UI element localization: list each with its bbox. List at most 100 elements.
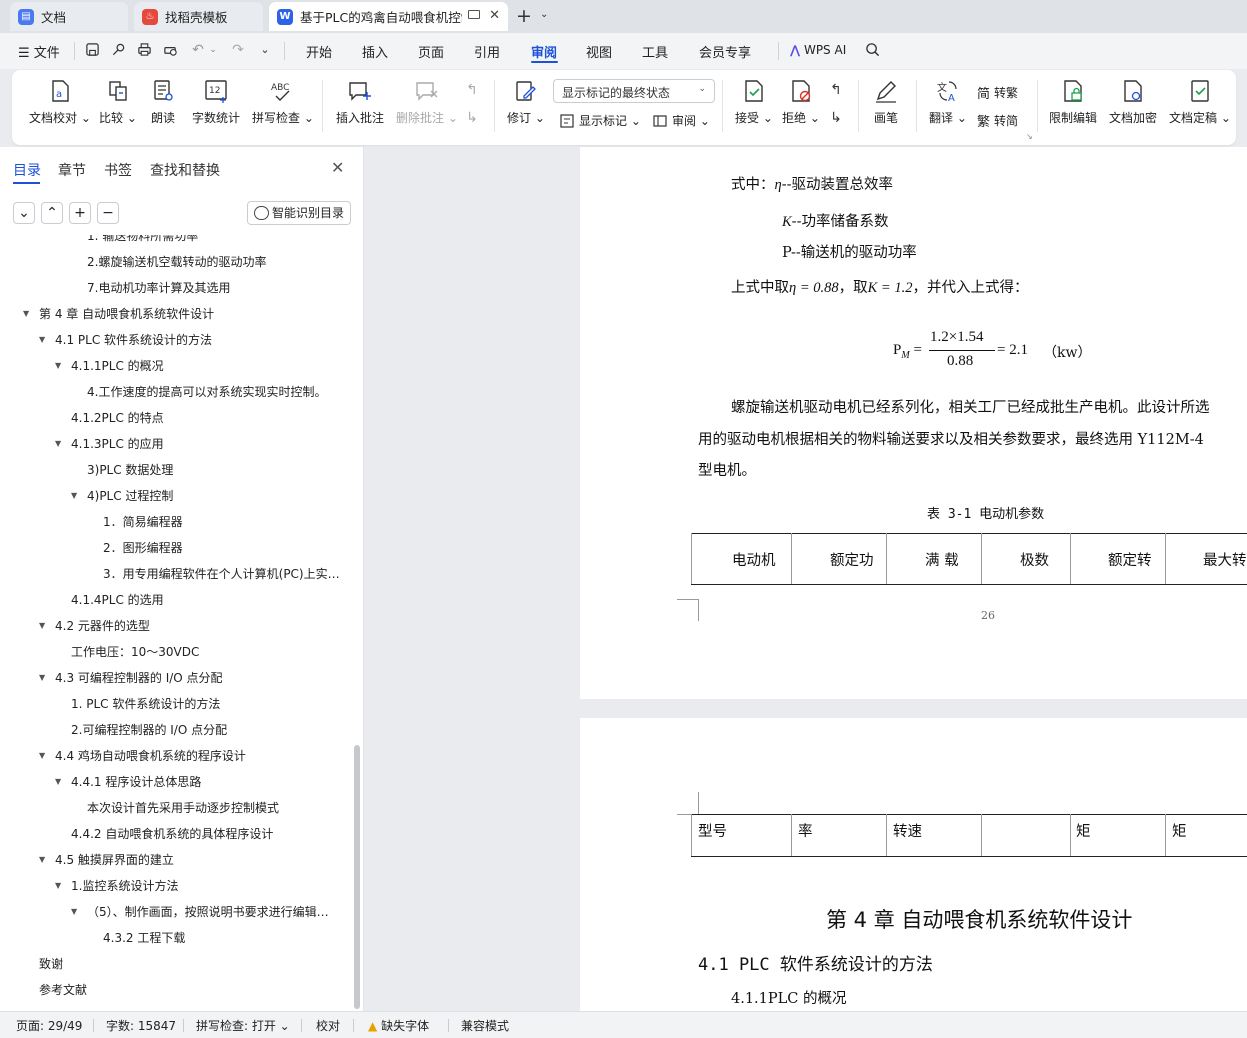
reject-button[interactable]: 拒绝 ⌄ xyxy=(782,78,820,126)
toc-item[interactable]: 2.螺旋输送机空载转动的驱动功率 xyxy=(87,252,266,272)
markup-view-select[interactable]: 显示标记的最终状态 ⌄ xyxy=(553,79,715,103)
toc-item[interactable]: 4.4.1 程序设计总体思路 xyxy=(71,772,201,792)
translate-button[interactable]: 文A 翻译 ⌄ xyxy=(929,78,967,126)
file-menu[interactable]: ☰ 文件 xyxy=(18,42,60,61)
show-markup-button[interactable]: 显示标记 ⌄ xyxy=(559,112,641,129)
tab-docs[interactable]: ▤ 文档 xyxy=(10,2,128,31)
revise-button[interactable]: 修订 ⌄ xyxy=(507,78,545,126)
nav-tab-find-replace[interactable]: 查找和替换 xyxy=(150,160,220,180)
expand-level-button[interactable]: + xyxy=(69,202,91,224)
to-traditional-button[interactable]: 简 转繁 xyxy=(977,83,1018,102)
compare-button[interactable]: 比较 ⌄ xyxy=(99,78,137,126)
next-comment-icon[interactable]: ↳ xyxy=(464,110,480,126)
toc-item[interactable]: 1．简易编程器 xyxy=(103,512,183,532)
toc-item[interactable]: 3．用专用编程软件在个人计算机(PC)上实… xyxy=(103,564,340,584)
toc-expand-arrow-icon[interactable]: ▼ xyxy=(71,902,77,922)
toc-item[interactable]: 1.监控系统设计方法 xyxy=(71,876,178,896)
toc-item[interactable]: 致谢 xyxy=(39,954,63,974)
more-chevron-icon[interactable]: ⌄ xyxy=(257,42,273,58)
encrypt-button[interactable]: 文档加密 xyxy=(1109,78,1157,126)
toc-expand-arrow-icon[interactable]: ▼ xyxy=(55,772,61,792)
toc-item[interactable]: 4.4 鸡场自动喂食机系统的程序设计 xyxy=(55,746,246,766)
collapse-up-button[interactable]: ⌃ xyxy=(41,202,63,224)
document-canvas[interactable]: 式中：η--驱动装置总效率 K--功率储备系数 P--输送机的驱动功率 上式中取… xyxy=(365,147,1247,1011)
toc-item[interactable]: 4.4.2 自动喂食机系统的具体程序设计 xyxy=(71,824,273,844)
accept-button[interactable]: 接受 ⌄ xyxy=(735,78,773,126)
export-icon[interactable] xyxy=(110,42,126,58)
ribbon-expand-icon[interactable]: ↘ xyxy=(1026,132,1033,141)
close-tab-icon[interactable]: ✕ xyxy=(489,8,500,23)
menu-review[interactable]: 审阅 xyxy=(531,42,557,61)
toc-item[interactable]: 4.5 触摸屏界面的建立 xyxy=(55,850,174,870)
menu-member[interactable]: 会员专享 xyxy=(699,42,751,61)
undo-icon[interactable]: ↶ xyxy=(190,42,206,58)
toc-item[interactable]: 1. 输送物料所需功率 xyxy=(87,235,198,246)
toc-item[interactable]: 4.1.1PLC 的概况 xyxy=(71,356,164,376)
page-indicator[interactable]: 页面: 29/49 xyxy=(16,1017,82,1034)
review-pane-button[interactable]: 审阅 ⌄ xyxy=(652,112,710,129)
nav-tab-toc[interactable]: 目录 xyxy=(13,160,41,180)
prev-change-icon[interactable]: ↰ xyxy=(828,82,844,98)
wps-ai-button[interactable]: ⋀ WPS AI xyxy=(790,43,846,57)
document-page[interactable]: 型号 率 转速 矩 矩 第 4 章 自动喂食机系统软件设计 4.1 PLC 软件… xyxy=(580,718,1247,1011)
word-count-indicator[interactable]: 字数: 15847 xyxy=(106,1017,176,1034)
toc-item[interactable]: 本次设计首先采用手动逐步控制模式 xyxy=(87,798,279,818)
menu-insert[interactable]: 插入 xyxy=(362,42,388,61)
toc-item[interactable]: 工作电压：10～30VDC xyxy=(71,642,199,662)
toc-item[interactable]: 4.工作速度的提高可以对系统实现实时控制。 xyxy=(87,382,326,402)
close-pane-icon[interactable]: ✕ xyxy=(331,158,344,177)
toc-item[interactable]: 2.可编程控制器的 I/O 点分配 xyxy=(71,720,227,740)
document-page[interactable]: 式中：η--驱动装置总效率 K--功率储备系数 P--输送机的驱动功率 上式中取… xyxy=(580,147,1247,699)
toc-item[interactable]: 4.1.2PLC 的特点 xyxy=(71,408,164,428)
collapse-level-button[interactable]: − xyxy=(97,202,119,224)
nav-tab-chapters[interactable]: 章节 xyxy=(58,160,86,180)
toc-item[interactable]: 4.1.4PLC 的选用 xyxy=(71,590,164,610)
toc-expand-arrow-icon[interactable]: ▼ xyxy=(39,616,45,636)
toc-item[interactable]: 4.2 元器件的选型 xyxy=(55,616,150,636)
delete-comment-button[interactable]: 删除批注 ⌄ xyxy=(396,78,458,126)
toc-item[interactable]: 2．图形编程器 xyxy=(103,538,183,558)
read-aloud-button[interactable]: 朗读 xyxy=(150,78,176,126)
collapse-down-button[interactable]: ⌄ xyxy=(13,202,35,224)
word-count-button[interactable]: 12 字数统计 xyxy=(192,78,240,126)
compat-mode-status[interactable]: 兼容模式 xyxy=(461,1017,509,1034)
spell-check-button[interactable]: ABC 拼写检查 ⌄ xyxy=(252,78,314,126)
toc-item[interactable]: 7.电动机功率计算及其选用 xyxy=(87,278,230,298)
toc-expand-arrow-icon[interactable]: ▼ xyxy=(39,668,45,688)
toc-item[interactable]: 4.3 可编程控制器的 I/O 点分配 xyxy=(55,668,223,688)
monitor-icon[interactable] xyxy=(468,10,480,19)
save-icon[interactable] xyxy=(84,42,100,58)
toc-expand-arrow-icon[interactable]: ▼ xyxy=(55,356,61,376)
toc-expand-arrow-icon[interactable]: ▼ xyxy=(39,850,45,870)
proofread-button[interactable]: a 文档校对 ⌄ xyxy=(29,78,91,126)
spell-check-status[interactable]: 拼写检查: 打开 ⌄ xyxy=(196,1017,290,1034)
toc-expand-arrow-icon[interactable]: ▼ xyxy=(71,486,77,506)
toc-expand-arrow-icon[interactable]: ▼ xyxy=(55,876,61,896)
insert-comment-button[interactable]: 插入批注 xyxy=(336,78,384,126)
toc-expand-arrow-icon[interactable]: ▼ xyxy=(39,746,45,766)
prev-comment-icon[interactable]: ↰ xyxy=(464,82,480,98)
toc-item[interactable]: 1. PLC 软件系统设计的方法 xyxy=(71,694,220,714)
toc-expand-arrow-icon[interactable]: ▼ xyxy=(39,330,45,350)
finalize-button[interactable]: 文档定稿 ⌄ xyxy=(1169,78,1231,126)
to-simplified-button[interactable]: 繁 转简 xyxy=(977,111,1018,130)
restrict-edit-button[interactable]: 限制编辑 xyxy=(1049,78,1097,126)
toc-item[interactable]: 3)PLC 数据处理 xyxy=(87,460,173,480)
menu-tools[interactable]: 工具 xyxy=(642,42,668,61)
toc-item[interactable]: 4.1 PLC 软件系统设计的方法 xyxy=(55,330,212,350)
toc-scrollbar[interactable] xyxy=(354,745,360,1009)
search-icon[interactable] xyxy=(864,42,880,58)
print-preview-icon[interactable] xyxy=(162,42,178,58)
toc-item[interactable]: 第 4 章 自动喂食机系统软件设计 xyxy=(39,304,214,324)
menu-view[interactable]: 视图 xyxy=(586,42,612,61)
next-change-icon[interactable]: ↳ xyxy=(828,110,844,126)
toc-expand-arrow-icon[interactable]: ▼ xyxy=(23,304,29,324)
print-icon[interactable] xyxy=(136,42,152,58)
tab-current-document[interactable]: W 基于PLC的鸡禽自动喂食机控制 ✕ xyxy=(269,2,508,31)
new-tab-icon[interactable]: + xyxy=(516,5,532,27)
toc-item[interactable]: （5）、制作画面，按照说明书要求进行编辑… xyxy=(87,902,329,922)
chevron-down-icon[interactable]: ⌄ xyxy=(205,42,221,58)
chevron-down-icon[interactable]: ⌄ xyxy=(540,9,548,20)
tab-docer-templates[interactable]: ♨ 找稻壳模板 xyxy=(134,2,263,31)
menu-home[interactable]: 开始 xyxy=(306,42,332,61)
